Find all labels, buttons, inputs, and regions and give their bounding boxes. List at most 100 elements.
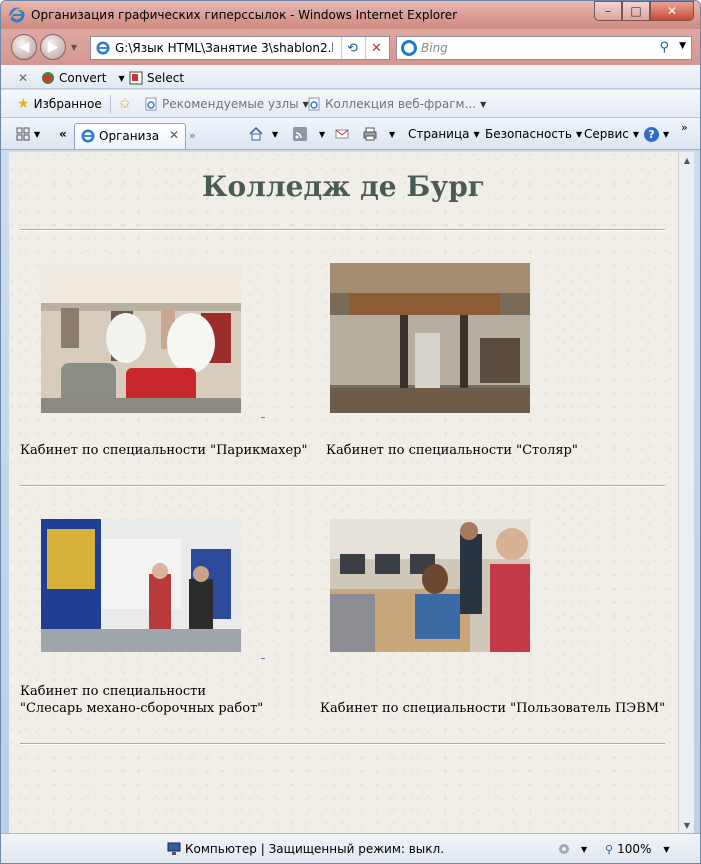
print-button[interactable]: ▼	[363, 125, 395, 143]
tools-menu-label: Сервис	[584, 127, 629, 141]
search-options-dropdown[interactable]: ▼	[679, 41, 686, 51]
computer-icon	[167, 842, 181, 855]
feeds-dropdown-icon[interactable]: ▼	[319, 130, 325, 139]
search-box[interactable]: Bing ⚲ ▼	[396, 36, 692, 60]
tab-list-dropdown-icon[interactable]: ▼	[34, 130, 40, 139]
safety-menu-dropdown-icon: ▼	[575, 129, 583, 139]
settings-gear-icon	[559, 844, 569, 854]
caption-carpenter: Кабинет по специальности "Столяр"	[326, 443, 578, 458]
minimize-button[interactable]: –	[594, 1, 622, 21]
zoom-level: 100%	[617, 842, 652, 856]
read-mail-button[interactable]	[335, 125, 349, 143]
caption-fitter-line2: "Слесарь механо-сборочных работ"	[20, 701, 264, 716]
security-zone[interactable]: Компьютер | Защищенный режим: выкл.	[167, 840, 444, 858]
tab-list-button[interactable]: «	[59, 125, 67, 143]
refresh-button[interactable]: ⟲	[341, 37, 363, 59]
scroll-down-button[interactable]: ▼	[679, 817, 695, 833]
add-favorites-icon: ✩	[119, 96, 131, 112]
bing-logo-icon	[401, 40, 417, 56]
stop-button[interactable]: ✕	[365, 37, 387, 59]
photo-hairdresser-link[interactable]	[41, 263, 241, 413]
select-icon	[129, 71, 143, 85]
home-icon	[249, 127, 263, 141]
back-button[interactable]: ◀	[11, 34, 37, 60]
caption-fitter-line1: Кабинет по специальности	[20, 684, 206, 699]
history-dropdown-icon[interactable]: ▼	[71, 43, 77, 52]
scroll-up-button[interactable]: ▲	[679, 152, 695, 168]
quick-tabs-button[interactable]: ▼	[16, 125, 40, 143]
divider	[20, 229, 665, 231]
link-underline	[261, 658, 265, 659]
vertical-scrollbar[interactable]: ▲ ▼	[678, 152, 694, 833]
home-dropdown-icon[interactable]: ▼	[272, 130, 278, 139]
status-bar: Компьютер | Защищенный режим: выкл. ▼ ⚲ …	[1, 833, 700, 863]
toolbar-chevron[interactable]: »	[681, 118, 688, 136]
convert-dropdown-icon[interactable]: ▼	[118, 74, 124, 83]
quick-tabs-icon	[16, 127, 30, 141]
hairdresser-classroom-image	[41, 263, 241, 413]
search-icon[interactable]: ⚲	[659, 40, 669, 55]
favorites-label: Избранное	[33, 97, 102, 111]
mail-icon	[335, 129, 349, 139]
web-slice-label: Коллекция веб-фрагм...	[325, 97, 477, 111]
page-title: Колледж де Бург	[202, 170, 485, 203]
add-to-favorites-bar-button[interactable]: ✩	[119, 95, 131, 113]
tab-close-button[interactable]: ✕	[169, 128, 179, 142]
page-ie-icon	[96, 41, 110, 55]
tab-bar: ▼ « Организа... ✕ » ▼ ▼ ▼ Страница ▼ Бе	[1, 118, 700, 150]
back-arrow-icon: ◀	[18, 39, 30, 55]
safety-menu-label: Безопасность	[485, 127, 572, 141]
caption-hairdresser: Кабинет по специальности "Парикмахер"	[20, 443, 308, 458]
new-tab-button[interactable]: »	[189, 126, 196, 144]
zone-text: Компьютер | Защищенный режим: выкл.	[185, 842, 445, 856]
page-content: Колледж де Бург Кабинет по специальности…	[9, 152, 678, 833]
tab-active[interactable]: Организа... ✕	[74, 123, 186, 149]
favorites-bar: ★ Избранное ✩ Рекомендуемые узлы ▼ Колле…	[1, 90, 700, 118]
favorites-star-icon: ★	[17, 96, 30, 112]
tools-menu[interactable]: Сервис ▼	[584, 125, 639, 143]
forward-button[interactable]: ▶	[40, 34, 66, 60]
divider	[20, 743, 665, 745]
tab-ie-icon	[81, 129, 95, 143]
photo-fitter-link[interactable]	[41, 519, 241, 652]
convert-button[interactable]: Convert ▼	[41, 69, 125, 87]
search-placeholder[interactable]: Bing	[421, 41, 448, 55]
rss-icon	[293, 127, 307, 141]
maximize-button[interactable]: □	[622, 1, 650, 21]
feeds-button[interactable]: ▼	[293, 125, 325, 143]
page-icon	[145, 97, 157, 111]
convert-icon	[42, 72, 54, 84]
page-icon	[308, 97, 320, 111]
help-dropdown-icon: ▼	[663, 129, 670, 139]
suggested-sites-button[interactable]: Рекомендуемые узлы ▼	[144, 95, 309, 113]
printer-icon	[363, 127, 377, 141]
home-button[interactable]: ▼	[249, 125, 278, 143]
address-field[interactable]: G:\Язык HTML\Занятие 3\shablon2.ht ⟲ ✕	[90, 36, 390, 60]
zoom-icon: ⚲	[605, 842, 614, 856]
photo-pc-user-link[interactable]	[330, 519, 530, 652]
ie-logo-icon	[9, 7, 25, 23]
convert-label: Convert	[59, 71, 107, 85]
page-menu-label: Страница	[408, 127, 470, 141]
select-button[interactable]: Select	[129, 69, 184, 87]
browser-window: Организация графических гиперссылок - Wi…	[0, 0, 701, 864]
separator	[110, 95, 111, 113]
close-button[interactable]: ✕	[650, 1, 694, 21]
caption-pc-user: Кабинет по специальности "Пользователь П…	[320, 701, 666, 716]
favorites-button[interactable]: ★ Избранное	[17, 95, 102, 113]
safety-menu[interactable]: Безопасность ▼	[485, 125, 582, 143]
zoom-control[interactable]: ⚲ 100% ▼	[605, 840, 670, 858]
help-menu[interactable]: ? ▼	[644, 125, 669, 143]
forward-arrow-icon: ▶	[47, 39, 59, 55]
page-menu-dropdown-icon: ▼	[473, 129, 480, 139]
address-url[interactable]: G:\Язык HTML\Занятие 3\shablon2.ht	[115, 41, 333, 55]
toolbar-close-button[interactable]: ✕	[18, 69, 28, 87]
page-menu[interactable]: Страница ▼	[408, 125, 480, 143]
print-dropdown-icon[interactable]: ▼	[389, 130, 395, 139]
photo-carpenter-link[interactable]	[330, 263, 530, 413]
web-slice-dropdown-icon: ▼	[480, 99, 487, 109]
protected-mode-button[interactable]: ▼	[557, 840, 587, 858]
suggested-sites-label: Рекомендуемые узлы	[162, 97, 299, 111]
web-slice-gallery-button[interactable]: Коллекция веб-фрагм... ▼	[307, 95, 486, 113]
link-underline	[261, 417, 265, 418]
